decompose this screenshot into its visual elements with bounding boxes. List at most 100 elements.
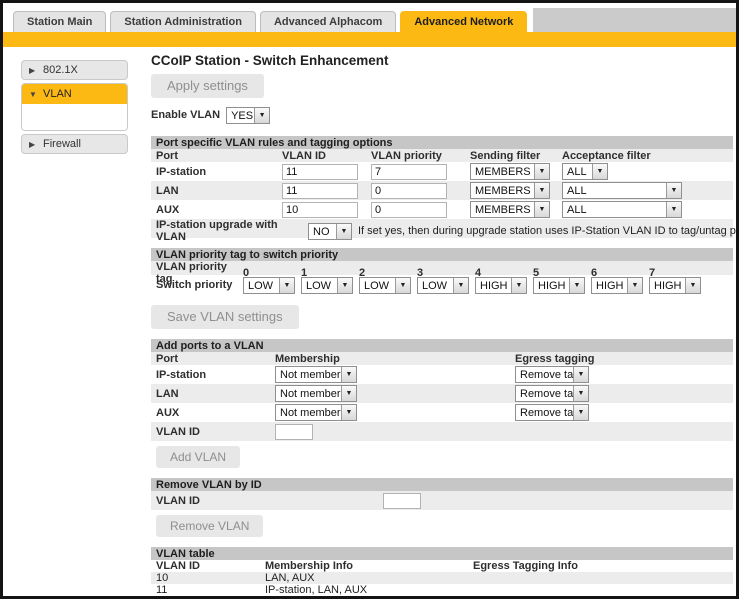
- table-row-vlan-11: 11 IP-station, LAN, AUX: [151, 584, 733, 596]
- chevron-down-icon: ▼: [254, 108, 269, 123]
- app-window: Station Main Station Administration Adva…: [0, 0, 739, 599]
- table-row-ip-station: IP-station Not member▼ Remove tag▼: [151, 365, 733, 384]
- switch-priority-select-7[interactable]: HIGH▼: [649, 277, 701, 294]
- add-vlan-button[interactable]: Add VLAN: [156, 446, 240, 468]
- chevron-right-icon: ▶: [29, 66, 37, 75]
- sidebar-item-vlan[interactable]: ▼ VLAN: [22, 84, 127, 104]
- membership-select-ip-station[interactable]: Not member▼: [275, 366, 357, 383]
- accent-bar: [3, 32, 736, 47]
- vlan-submenu-panel: [22, 104, 127, 130]
- page-title: CCoIP Station - Switch Enhancement: [151, 53, 726, 68]
- sidebar-item-label: Firewall: [43, 138, 81, 150]
- add-ports-table: Add ports to a VLAN Port Membership Egre…: [151, 339, 733, 441]
- chevron-down-icon: ▼: [573, 386, 588, 401]
- remove-vlan-table: Remove VLAN by ID VLAN ID: [151, 478, 733, 510]
- section-title: Remove VLAN by ID: [151, 478, 733, 491]
- chevron-down-icon: ▼: [511, 278, 526, 293]
- tab-station-main[interactable]: Station Main: [13, 11, 106, 32]
- vlan-id-input-lan[interactable]: [282, 183, 358, 199]
- table-row-aux: AUX MEMBERS▼ ALL▼: [151, 200, 733, 219]
- chevron-down-icon: ▼: [336, 224, 351, 239]
- upgrade-note: If set yes, then during upgrade station …: [356, 225, 739, 237]
- sidebar-item-label: 802.1X: [43, 64, 78, 76]
- switch-priority-select-2[interactable]: LOW▼: [359, 277, 411, 294]
- table-header-row: Port VLAN ID VLAN priority Sending filte…: [151, 149, 733, 162]
- chevron-down-icon: ▼: [569, 278, 584, 293]
- priority-map-table: VLAN priority tag to switch priority VLA…: [151, 248, 733, 295]
- table-header-row: VLAN ID Membership Info Egress Tagging I…: [151, 560, 733, 572]
- egress-tagging-select-aux[interactable]: Remove tag▼: [515, 404, 589, 421]
- tab-bar-filler: [533, 8, 736, 32]
- membership-select-aux[interactable]: Not member▼: [275, 404, 357, 421]
- sidebar: ▶ 802.1X ▼ VLAN ▶ Firewall: [3, 47, 133, 157]
- acceptance-filter-select-ip-station[interactable]: ALL▼: [562, 163, 608, 180]
- chevron-down-icon: ▼: [341, 386, 356, 401]
- acceptance-filter-select-aux[interactable]: ALL▼: [562, 201, 682, 218]
- save-vlan-settings-button[interactable]: Save VLAN settings: [151, 305, 299, 329]
- table-row-aux: AUX Not member▼ Remove tag▼: [151, 403, 733, 422]
- main-content: CCoIP Station - Switch Enhancement Apply…: [133, 47, 736, 596]
- add-vlan-id-input[interactable]: [275, 424, 313, 440]
- chevron-down-icon: ▼: [627, 278, 642, 293]
- table-header-row: Port Membership Egress tagging: [151, 352, 733, 365]
- priority-tag-row: VLAN priority tag 0 1 2 3 4 5 6 7: [151, 261, 733, 275]
- apply-settings-button[interactable]: Apply settings: [151, 74, 264, 98]
- chevron-down-icon: ▼: [341, 405, 356, 420]
- switch-priority-select-0[interactable]: LOW▼: [243, 277, 295, 294]
- membership-select-lan[interactable]: Not member▼: [275, 385, 357, 402]
- chevron-right-icon: ▶: [29, 140, 37, 149]
- sidebar-item-8021x[interactable]: ▶ 802.1X: [21, 60, 128, 80]
- sidebar-item-firewall[interactable]: ▶ Firewall: [21, 134, 128, 154]
- port-rules-table: Port specific VLAN rules and tagging opt…: [151, 136, 733, 238]
- table-row-lan: LAN MEMBERS▼ ALL▼: [151, 181, 733, 200]
- chevron-down-icon: ▼: [685, 278, 700, 293]
- switch-priority-select-3[interactable]: LOW▼: [417, 277, 469, 294]
- egress-tagging-select-ip-station[interactable]: Remove tag▼: [515, 366, 589, 383]
- sidebar-item-label: VLAN: [43, 88, 72, 100]
- table-row-upgrade: IP-station upgrade with VLAN NO▼ If set …: [151, 219, 733, 238]
- chevron-down-icon: ▼: [395, 278, 410, 293]
- vlan-priority-input-aux[interactable]: [371, 202, 447, 218]
- chevron-down-icon: ▼: [592, 164, 607, 179]
- switch-priority-select-6[interactable]: HIGH▼: [591, 277, 643, 294]
- switch-priority-select-4[interactable]: HIGH▼: [475, 277, 527, 294]
- chevron-down-icon: ▼: [666, 202, 681, 217]
- switch-priority-select-1[interactable]: LOW▼: [301, 277, 353, 294]
- remove-vlan-id-input[interactable]: [383, 493, 421, 509]
- switch-priority-select-5[interactable]: HIGH▼: [533, 277, 585, 294]
- chevron-down-icon: ▼: [573, 367, 588, 382]
- tab-advanced-alphacom[interactable]: Advanced Alphacom: [260, 11, 396, 32]
- table-row-vlan-id: VLAN ID: [151, 422, 733, 441]
- section-title: Port specific VLAN rules and tagging opt…: [151, 136, 733, 149]
- sidebar-group-vlan: ▼ VLAN: [21, 83, 128, 131]
- vlan-priority-input-lan[interactable]: [371, 183, 447, 199]
- vlan-id-input-aux[interactable]: [282, 202, 358, 218]
- table-row-ip-station: IP-station MEMBERS▼ ALL▼: [151, 162, 733, 181]
- chevron-down-icon: ▼: [337, 278, 352, 293]
- enable-vlan-select[interactable]: YES ▼: [226, 107, 270, 124]
- chevron-down-icon: ▼: [534, 164, 549, 179]
- enable-vlan-label: Enable VLAN: [151, 109, 220, 121]
- sending-filter-select-aux[interactable]: MEMBERS▼: [470, 201, 550, 218]
- egress-tagging-select-lan[interactable]: Remove tag▼: [515, 385, 589, 402]
- vlan-priority-input-ip-station[interactable]: [371, 164, 447, 180]
- table-row-lan: LAN Not member▼ Remove tag▼: [151, 384, 733, 403]
- section-title: VLAN priority tag to switch priority: [151, 248, 733, 261]
- acceptance-filter-select-lan[interactable]: ALL▼: [562, 182, 682, 199]
- upgrade-with-vlan-select[interactable]: NO▼: [308, 223, 352, 240]
- sending-filter-select-ip-station[interactable]: MEMBERS▼: [470, 163, 550, 180]
- enable-vlan-row: Enable VLAN YES ▼: [151, 106, 726, 124]
- chevron-down-icon: ▼: [666, 183, 681, 198]
- vlan-table: VLAN table VLAN ID Membership Info Egres…: [151, 547, 733, 596]
- table-row-vlan-10: 10 LAN, AUX: [151, 572, 733, 584]
- remove-vlan-button[interactable]: Remove VLAN: [156, 515, 263, 537]
- tab-station-administration[interactable]: Station Administration: [110, 11, 256, 32]
- sending-filter-select-lan[interactable]: MEMBERS▼: [470, 182, 550, 199]
- section-title: Add ports to a VLAN: [151, 339, 733, 352]
- chevron-down-icon: ▼: [341, 367, 356, 382]
- chevron-down-icon: ▼: [534, 183, 549, 198]
- tab-advanced-network[interactable]: Advanced Network: [400, 11, 527, 32]
- vlan-id-input-ip-station[interactable]: [282, 164, 358, 180]
- section-title: VLAN table: [151, 547, 733, 560]
- chevron-down-icon: ▼: [573, 405, 588, 420]
